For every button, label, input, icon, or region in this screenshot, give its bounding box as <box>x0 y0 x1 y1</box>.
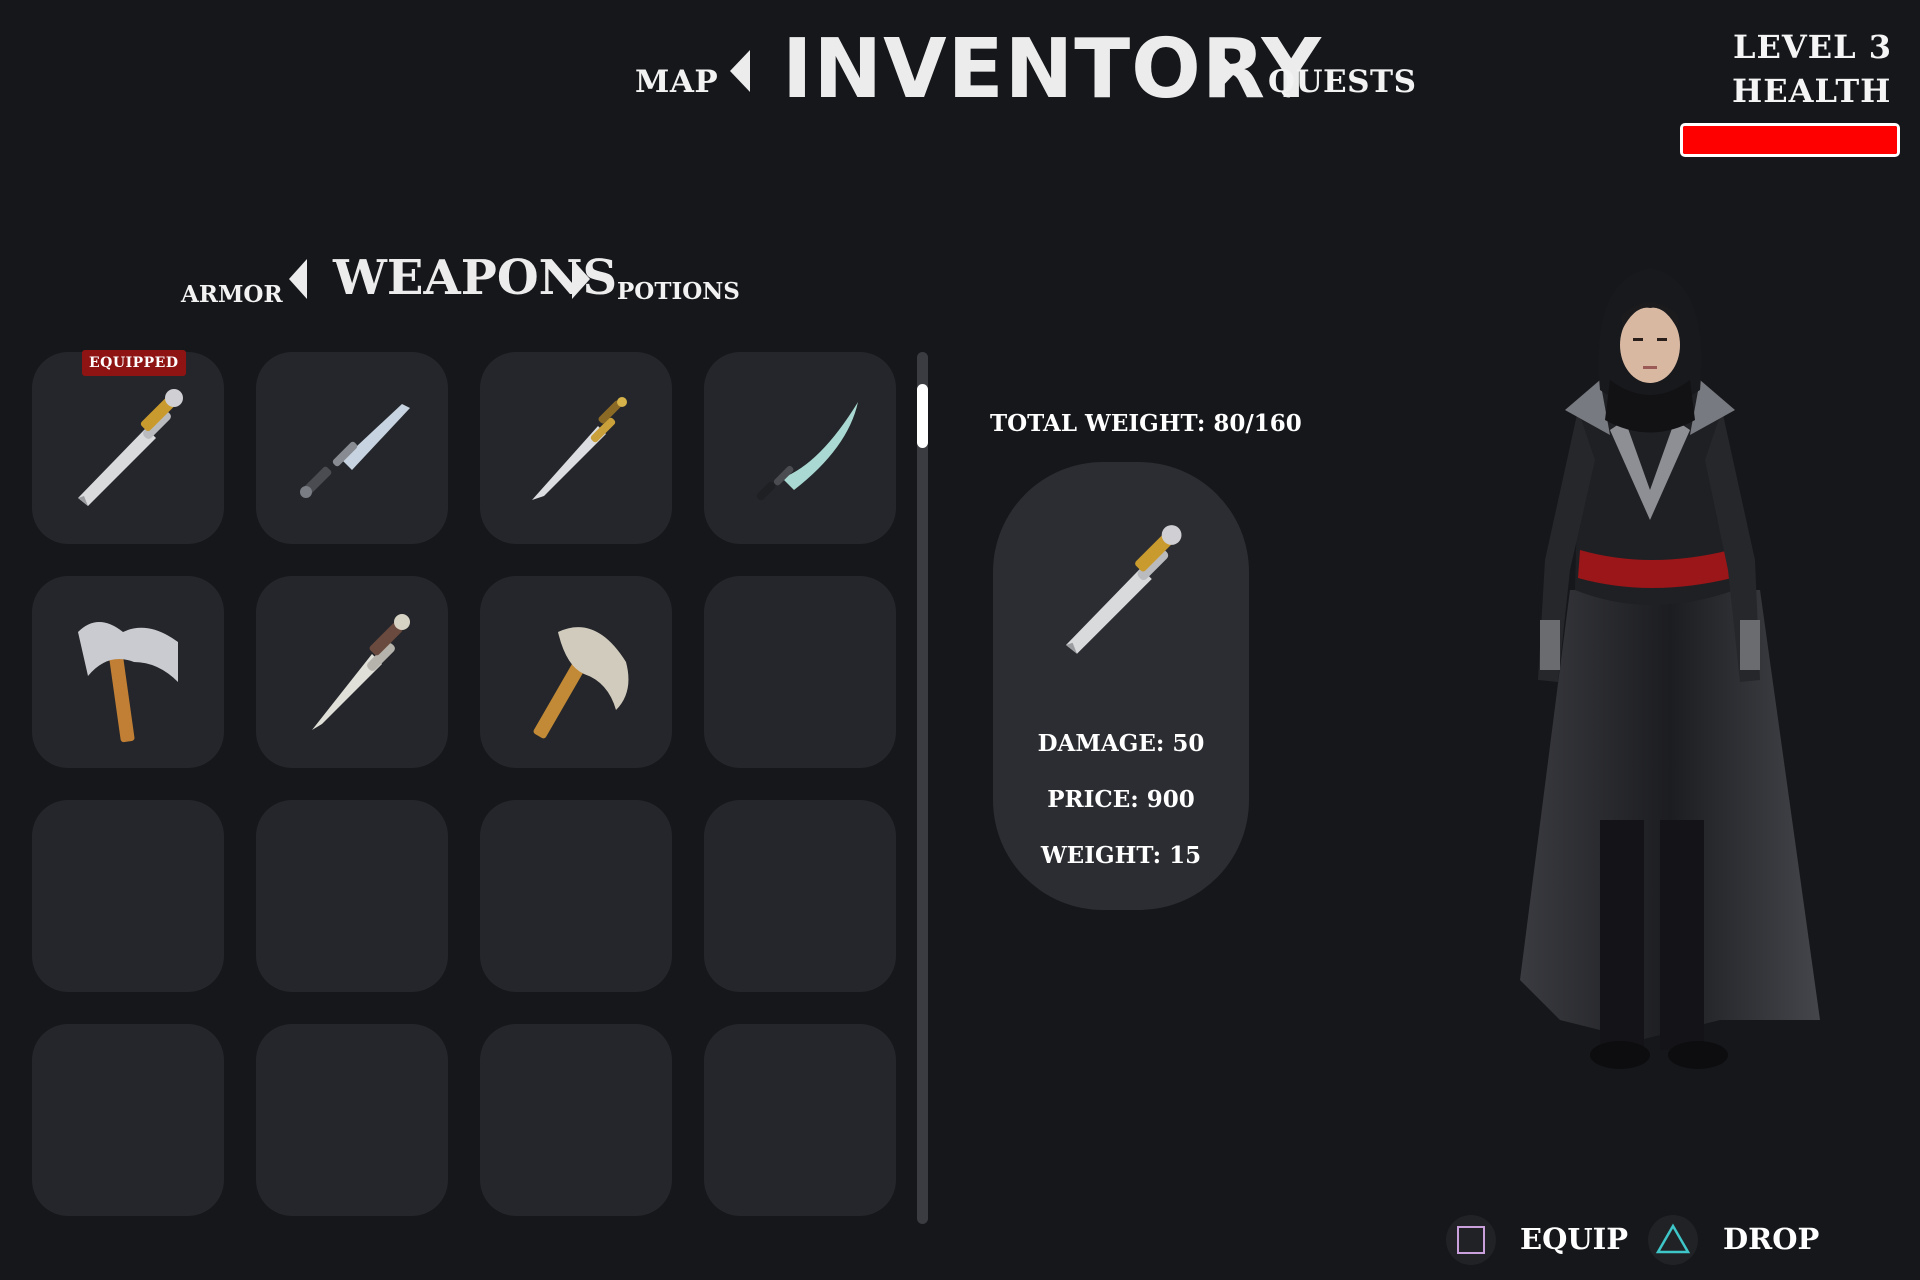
page-title: INVENTORY <box>782 22 1322 117</box>
scrollbar-track[interactable] <box>917 352 928 1224</box>
item-price: PRICE: 900 <box>1047 786 1195 813</box>
character-portrait <box>1520 268 1820 1069</box>
inventory-slot[interactable] <box>32 576 224 768</box>
drop-label[interactable]: DROP <box>1723 1222 1819 1256</box>
inventory-slot-empty[interactable] <box>704 800 896 992</box>
category-right-arrow-icon[interactable] <box>570 257 592 301</box>
health-label: HEALTH <box>1732 72 1892 110</box>
inventory-slot[interactable] <box>256 352 448 544</box>
tab-armor[interactable]: ARMOR <box>181 281 283 308</box>
drop-button[interactable] <box>1648 1215 1698 1265</box>
sword-golden-hilt-icon <box>78 389 183 506</box>
inventory-slot[interactable]: EQUIPPED <box>32 350 224 544</box>
square-button-icon <box>1457 1226 1485 1254</box>
health-bar <box>1680 123 1900 157</box>
inventory-slot-empty[interactable] <box>256 1024 448 1216</box>
inventory-slot-empty[interactable] <box>32 800 224 992</box>
hand-axe-icon <box>533 627 629 739</box>
inventory-slot[interactable] <box>704 352 896 544</box>
scrollbar-thumb[interactable] <box>917 384 928 448</box>
gilded-dagger-icon <box>532 397 627 500</box>
item-damage: DAMAGE: 50 <box>1037 730 1205 757</box>
inventory-slot[interactable] <box>480 352 672 544</box>
equipped-badge: EQUIPPED <box>82 350 186 376</box>
steel-axe-icon <box>78 622 178 743</box>
top-nav: MAP INVENTORY QUESTS <box>0 0 1920 140</box>
nav-left-arrow-icon[interactable] <box>728 48 752 94</box>
item-detail-card: DAMAGE: 50 PRICE: 900 WEIGHT: 15 <box>993 462 1249 910</box>
inventory-slot-empty[interactable] <box>480 800 672 992</box>
tab-map[interactable]: MAP <box>635 64 718 100</box>
inventory-slot-empty[interactable] <box>32 1024 224 1216</box>
inventory-slot-empty[interactable] <box>256 800 448 992</box>
inventory-slot[interactable] <box>256 576 448 768</box>
steel-dagger-icon <box>300 404 410 498</box>
tab-quests[interactable]: QUESTS <box>1268 64 1417 100</box>
inventory-slot-empty[interactable] <box>704 576 896 768</box>
health-bar-fill <box>1683 126 1897 154</box>
inventory-slot-empty[interactable] <box>480 1024 672 1216</box>
level-indicator: LEVEL 3 <box>1733 28 1893 66</box>
inventory-slot-empty[interactable] <box>704 1024 896 1216</box>
nav-right-arrow-icon[interactable] <box>1215 48 1239 94</box>
category-left-arrow-icon[interactable] <box>287 257 309 301</box>
item-weight: WEIGHT: 15 <box>1040 842 1202 869</box>
leather-hilt-sword-icon <box>312 614 410 730</box>
equip-button[interactable] <box>1446 1215 1496 1265</box>
selected-item-sword-icon <box>1066 525 1182 654</box>
jade-scimitar-icon <box>756 402 858 501</box>
inventory-slot[interactable] <box>480 576 672 768</box>
total-weight: TOTAL WEIGHT: 80/160 <box>990 410 1302 437</box>
tab-potions[interactable]: POTIONS <box>617 278 740 305</box>
equip-label[interactable]: EQUIP <box>1520 1222 1628 1256</box>
triangle-button-icon <box>1655 1223 1691 1254</box>
